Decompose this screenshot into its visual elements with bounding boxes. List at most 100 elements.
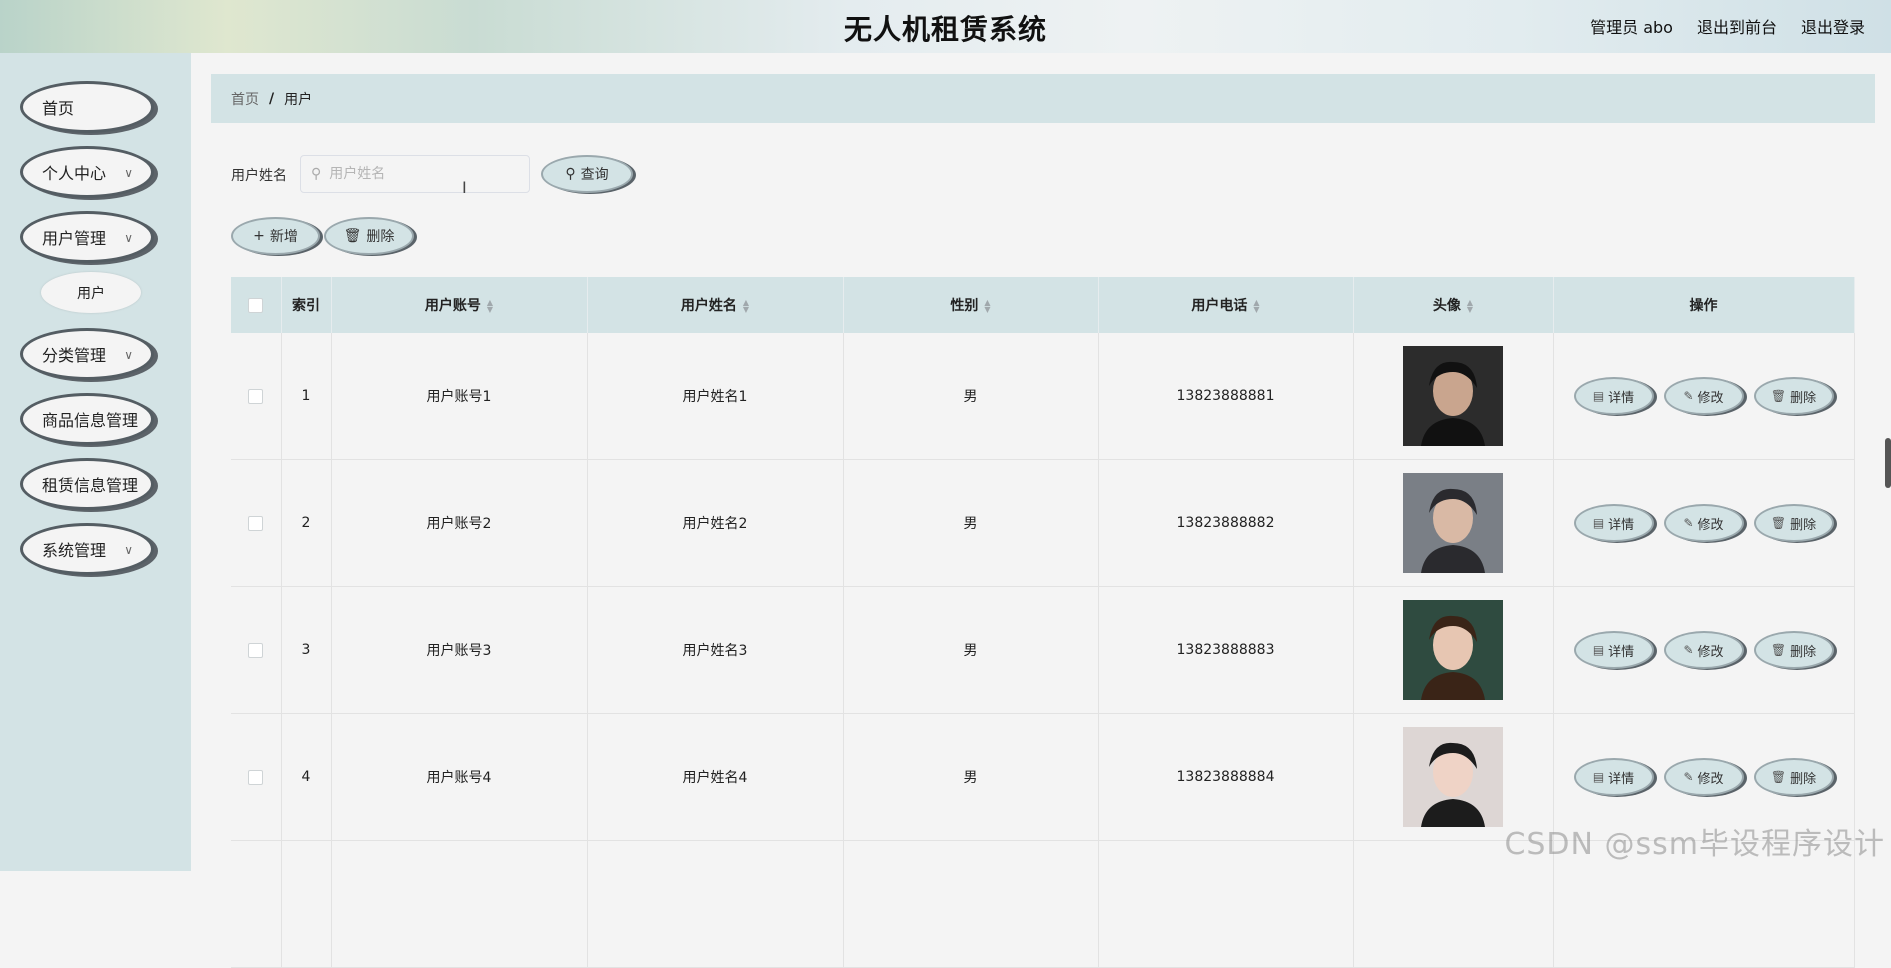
col-header-gender[interactable]: 性别 ▲ ▼ <box>843 277 1099 333</box>
edit-button[interactable]: ✎ 修改 <box>1663 504 1744 542</box>
detail-button-label: 详情 <box>1608 644 1635 660</box>
add-button[interactable]: + 新增 <box>231 217 320 255</box>
edit-button-label: 修改 <box>1697 644 1724 660</box>
sidebar-subitem-user[interactable]: 用户 <box>41 272 141 313</box>
row-checkbox[interactable] <box>248 388 264 404</box>
cell-account: 用户账号3 <box>331 586 588 714</box>
detail-button-label: 详情 <box>1608 771 1635 787</box>
pencil-icon: ✎ <box>1683 389 1694 403</box>
cell-phone: 13823888881 <box>1098 333 1354 460</box>
col-header-name[interactable]: 用户姓名 ▲ ▼ <box>587 277 844 333</box>
select-all-checkbox[interactable] <box>248 297 264 313</box>
sort-icon[interactable]: ▲ ▼ <box>743 299 749 314</box>
row-checkbox[interactable] <box>248 769 264 785</box>
avatar[interactable] <box>1403 346 1503 446</box>
detail-button[interactable]: ▤ 详情 <box>1573 377 1654 415</box>
sidebar-item-label: 租赁信息管理 <box>42 476 139 495</box>
detail-button[interactable]: ▤ 详情 <box>1573 758 1654 796</box>
delete-button[interactable]: 🗑 删除 <box>1753 504 1834 542</box>
cell-name: 用户姓名4 <box>587 713 844 841</box>
document-icon: ▤ <box>1592 516 1605 530</box>
cell-gender: 男 <box>843 333 1099 460</box>
row-checkbox[interactable] <box>248 515 264 531</box>
cell-phone: 13823888882 <box>1098 459 1354 587</box>
col-header-account[interactable]: 用户账号 ▲ ▼ <box>331 277 588 333</box>
edit-button[interactable]: ✎ 修改 <box>1663 631 1744 669</box>
sort-icon[interactable]: ▲ ▼ <box>487 299 493 314</box>
cell-index: 4 <box>281 713 332 841</box>
detail-button[interactable]: ▤ 详情 <box>1573 504 1654 542</box>
trash-icon: 🗑 <box>1770 643 1787 657</box>
table-row: 1 用户账号1 用户姓名1 男 13823888881 ▤ 详情 ✎ 修改 🗑 删除 <box>231 333 1855 460</box>
add-button-label: 新增 <box>269 229 298 245</box>
text-cursor-icon: I <box>462 178 467 197</box>
delete-button[interactable]: 🗑 删除 <box>1753 758 1834 796</box>
delete-button-label: 删除 <box>1790 517 1817 533</box>
sidebar-item-rental-management[interactable]: 租赁信息管理 <box>20 458 154 510</box>
col-header-label: 用户电话 <box>1191 298 1248 314</box>
avatar[interactable] <box>1403 473 1503 573</box>
col-header-label: 头像 <box>1432 298 1461 314</box>
delete-button[interactable]: 🗑 删除 <box>1753 631 1834 669</box>
edit-button[interactable]: ✎ 修改 <box>1663 377 1744 415</box>
search-input[interactable] <box>327 165 512 183</box>
row-select-cell <box>231 586 282 714</box>
avatar[interactable] <box>1403 727 1503 827</box>
col-header-label: 用户账号 <box>424 298 481 314</box>
sidebar-item-label: 系统管理 <box>42 541 107 560</box>
sidebar-item-product-management[interactable]: 商品信息管理 <box>20 393 154 445</box>
scrollbar-thumb[interactable] <box>1885 438 1891 488</box>
col-header-label: 性别 <box>950 298 979 314</box>
sort-icon[interactable]: ▲ ▼ <box>984 299 990 314</box>
delete-button-label: 删除 <box>1790 644 1817 660</box>
cell-actions: ▤ 详情 ✎ 修改 🗑 删除 <box>1553 459 1855 587</box>
user-table: 索引 用户账号 ▲ ▼ 用户姓名 ▲ ▼ 性别 ▲ ▼ 用户电话 ▲ ▼ 头像 ▲ ▼ 操作 1 用… <box>231 277 1855 968</box>
col-header-phone[interactable]: 用户电话 ▲ ▼ <box>1098 277 1354 333</box>
edit-button-label: 修改 <box>1697 771 1724 787</box>
plus-icon: + <box>253 228 265 244</box>
avatar[interactable] <box>1403 600 1503 700</box>
select-all-cell <box>231 277 282 333</box>
logout-link[interactable]: 退出登录 <box>1801 14 1865 38</box>
sidebar-item-personal-center[interactable]: 个人中心 ∨ <box>20 146 154 198</box>
breadcrumb-current: 用户 <box>284 91 313 108</box>
document-icon: ▤ <box>1592 770 1605 784</box>
batch-delete-button-label: 删除 <box>366 229 395 245</box>
current-user-label: 管理员 abo <box>1590 18 1673 37</box>
cell-name: 用户姓名1 <box>587 333 844 460</box>
pencil-icon: ✎ <box>1683 770 1694 784</box>
sort-icon[interactable]: ▲ ▼ <box>1253 299 1259 314</box>
search-box[interactable]: ⚲ <box>300 155 530 193</box>
sidebar-item-label: 用户管理 <box>42 229 107 248</box>
sidebar-item-system-management[interactable]: 系统管理 ∨ <box>20 523 154 575</box>
col-header-label: 用户姓名 <box>680 298 737 314</box>
chevron-down-icon: ∨ <box>124 231 133 245</box>
search-icon: ⚲ <box>311 166 322 182</box>
sidebar-item-label: 商品信息管理 <box>42 411 139 430</box>
batch-delete-button[interactable]: 🗑 删除 <box>324 217 414 255</box>
sidebar-item-label: 分类管理 <box>42 346 107 365</box>
detail-button-label: 详情 <box>1608 390 1635 406</box>
breadcrumb-home[interactable]: 首页 <box>231 89 259 109</box>
trash-icon: 🗑 <box>343 228 362 244</box>
delete-button[interactable]: 🗑 删除 <box>1753 377 1834 415</box>
sidebar-item-home[interactable]: 首页 <box>20 81 154 133</box>
trash-icon: 🗑 <box>1770 389 1787 403</box>
sidebar-item-label: 首页 <box>42 99 75 118</box>
edit-button[interactable]: ✎ 修改 <box>1663 758 1744 796</box>
search-button[interactable]: ⚲ 查询 <box>541 155 633 193</box>
sidebar-item-category-management[interactable]: 分类管理 ∨ <box>20 328 154 380</box>
search-label: 用户姓名 <box>231 168 287 184</box>
row-checkbox[interactable] <box>248 642 264 658</box>
edit-button-label: 修改 <box>1697 390 1724 406</box>
cell-name: 用户姓名3 <box>587 586 844 714</box>
cell-account: 用户账号2 <box>331 459 588 587</box>
col-header-avatar[interactable]: 头像 ▲ ▼ <box>1353 277 1554 333</box>
document-icon: ▤ <box>1592 643 1605 657</box>
sort-icon[interactable]: ▲ ▼ <box>1467 299 1473 314</box>
sidebar: 首页 个人中心 ∨ 用户管理 ∨ 用户 分类管理 ∨ 商品信息管理 租赁信息管理… <box>0 53 191 871</box>
sidebar-item-user-management[interactable]: 用户管理 ∨ <box>20 211 154 263</box>
cell-gender: 男 <box>843 713 1099 841</box>
detail-button[interactable]: ▤ 详情 <box>1573 631 1654 669</box>
exit-to-front-link[interactable]: 退出到前台 <box>1697 14 1777 38</box>
